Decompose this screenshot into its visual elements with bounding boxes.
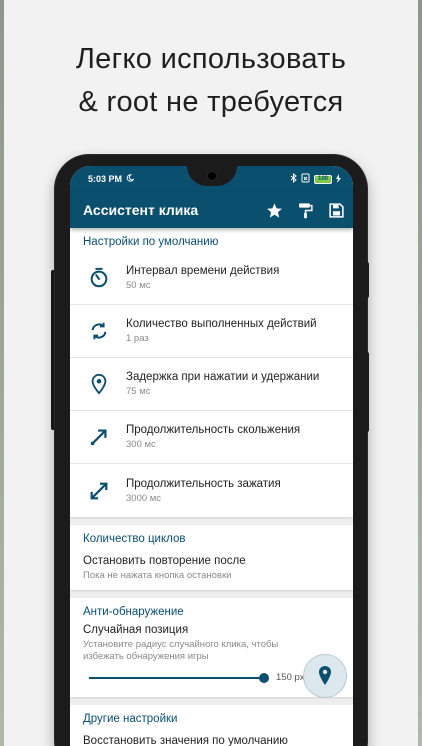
other-card: Другие настройки Восстановить значения п… (70, 705, 353, 746)
headline-line-1: Легко использовать (75, 43, 347, 75)
setting-title: Остановить повторение после (83, 555, 246, 567)
bluetooth-icon (290, 172, 297, 185)
defaults-card: Настройки по умолчанию Интервал времени … (70, 228, 353, 517)
setting-title: Продолжительность скольжения (126, 424, 301, 436)
app-title: Ассистент клика (83, 202, 199, 218)
phone-volume-button (364, 262, 369, 298)
setting-title: Количество выполненных действий (126, 318, 317, 330)
cycles-card: Количество циклов Остановить повторение … (70, 525, 353, 590)
slider-track[interactable] (89, 677, 265, 679)
setting-swipe-duration[interactable]: Продолжительность скольжения 300 мс (70, 411, 353, 464)
save-icon[interactable] (328, 202, 345, 219)
anti-detection-card: Анти-обнаружение Случайная позиция Устан… (70, 598, 353, 698)
settings-list: Настройки по умолчанию Интервал времени … (70, 228, 353, 746)
charging-icon (336, 173, 341, 185)
random-radius-slider[interactable]: 150 px (83, 669, 340, 687)
setting-random-position: Случайная позиция Установите радиус случ… (70, 622, 353, 698)
setting-action-count[interactable]: Количество выполненных действий 1 раз (70, 305, 353, 358)
setting-title: Случайная позиция (83, 624, 189, 636)
setting-title: Продолжительность зажатия (126, 477, 281, 490)
setting-hold-delay[interactable]: Задержка при нажатии и удержании 75 мс (70, 358, 353, 411)
setting-value: 300 мс (126, 439, 156, 450)
location-pin-icon (88, 373, 110, 395)
phone-screen: 5:03 PM 100 Ассистент клика Настройки по… (70, 166, 353, 746)
setting-value: 3000 мс (126, 492, 162, 504)
status-time: 5:03 PM (88, 174, 123, 184)
setting-description: Установите радиус случайного клика, чтоб… (83, 639, 279, 662)
moon-icon (126, 174, 135, 184)
headline-line-2: & root не требуется (78, 86, 344, 118)
section-title-cycles: Количество циклов (83, 533, 186, 545)
app-toolbar: Ассистент клика (70, 192, 353, 228)
setting-value: Пока не нажата кнопка остановки (83, 570, 232, 581)
diagonal-arrow-icon (88, 426, 110, 448)
promo-headline: Легко использовать & root не требуется (0, 38, 422, 124)
setting-action-interval[interactable]: Интервал времени действия 50 мс (70, 252, 353, 305)
repeat-icon (88, 320, 110, 342)
location-pin-icon (319, 666, 331, 685)
paint-roller-icon[interactable] (297, 202, 314, 219)
setting-hold-duration[interactable]: Продолжительность зажатия 3000 мс (70, 464, 353, 517)
no-sim-icon (301, 173, 310, 185)
section-title-other: Другие настройки (83, 713, 178, 725)
setting-stop-repeat[interactable]: Остановить повторение после Пока не нажа… (70, 549, 353, 590)
expand-arrows-icon (88, 480, 110, 502)
phone-power-button (364, 352, 369, 432)
radius-preview-bubble (303, 654, 347, 698)
setting-value: 50 мс (126, 280, 151, 291)
setting-title: Восстановить значения по умолчанию (83, 735, 288, 746)
setting-restore-defaults[interactable]: Восстановить значения по умолчанию (70, 729, 353, 746)
setting-title: Интервал времени действия (126, 265, 280, 277)
setting-value: 75 мс (126, 386, 151, 397)
slider-thumb[interactable] (259, 673, 269, 683)
slider-value: 150 px (276, 672, 305, 683)
section-title-defaults: Настройки по умолчанию (83, 236, 219, 248)
setting-value: 1 раз (126, 333, 149, 344)
battery-indicator: 100 (314, 174, 332, 184)
front-camera (206, 170, 218, 182)
section-title-anti-detection: Анти-обнаружение (83, 606, 184, 618)
star-icon[interactable] (266, 202, 283, 219)
setting-title: Задержка при нажатии и удержании (126, 371, 320, 383)
timer-icon (88, 267, 110, 289)
